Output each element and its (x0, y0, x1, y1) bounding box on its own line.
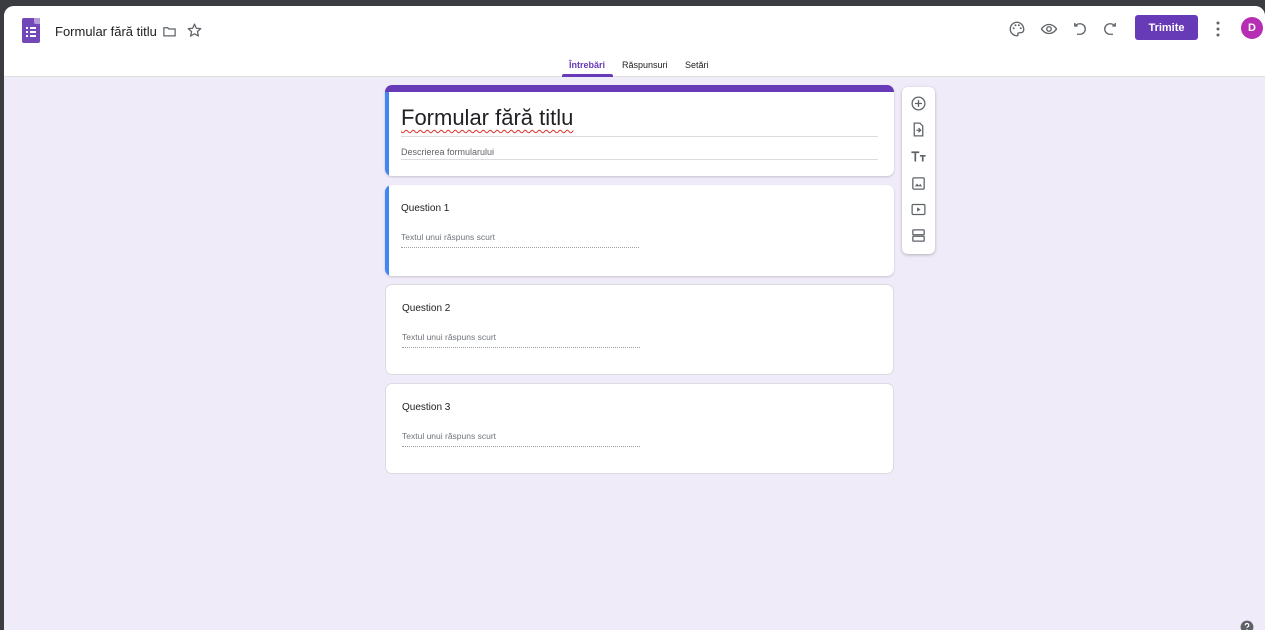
avatar[interactable]: D (1241, 17, 1263, 39)
redo-icon[interactable] (1101, 20, 1119, 38)
active-card-indicator (385, 185, 389, 276)
tab-responses[interactable]: Răspunsuri (622, 60, 668, 77)
preview-eye-icon[interactable] (1040, 20, 1058, 38)
document-title[interactable]: Formular fără titlu (55, 24, 157, 39)
question-card-3[interactable]: Question 3 Textul unui răspuns scurt (385, 383, 894, 474)
add-title-icon[interactable] (910, 148, 927, 165)
active-card-indicator (385, 92, 389, 176)
description-divider (401, 159, 878, 160)
short-answer-placeholder: Textul unui răspuns scurt (401, 232, 496, 242)
star-icon[interactable] (186, 22, 203, 39)
google-forms-logo-icon[interactable] (22, 18, 40, 43)
form-title-card[interactable]: Formular fără titlu Descrierea formularu… (385, 85, 894, 176)
send-button[interactable]: Trimite (1135, 15, 1198, 40)
forms-window: Formular fără titlu Trimite D Întrebări (4, 6, 1265, 630)
add-question-icon[interactable] (910, 95, 927, 112)
form-description-input[interactable]: Descrierea formularului (401, 147, 494, 157)
tab-settings[interactable]: Setări (685, 60, 709, 77)
undo-icon[interactable] (1071, 20, 1089, 38)
more-vert-icon[interactable] (1212, 20, 1224, 38)
floating-toolbar (902, 87, 935, 254)
tabs: Întrebări Răspunsuri Setări (4, 60, 1265, 77)
answer-underline (402, 347, 640, 348)
title-card-accent (385, 85, 894, 92)
active-tab-indicator (562, 74, 613, 77)
add-section-icon[interactable] (910, 227, 927, 244)
question-card-2[interactable]: Question 2 Textul unui răspuns scurt (385, 284, 894, 375)
palette-icon[interactable] (1008, 20, 1026, 38)
add-image-icon[interactable] (910, 175, 927, 192)
top-bar: Formular fără titlu Trimite D Întrebări (4, 6, 1265, 77)
question-card-1[interactable]: Question 1 Textul unui răspuns scurt (385, 185, 894, 276)
short-answer-placeholder: Textul unui răspuns scurt (402, 431, 497, 441)
form-title[interactable]: Formular fără titlu (401, 105, 573, 131)
answer-underline (401, 247, 639, 248)
question-title[interactable]: Question 2 (402, 303, 450, 314)
answer-underline (402, 446, 640, 447)
add-video-icon[interactable] (910, 201, 927, 218)
title-divider (401, 136, 878, 137)
question-title[interactable]: Question 3 (402, 402, 450, 413)
short-answer-placeholder: Textul unui răspuns scurt (402, 332, 497, 342)
folder-icon[interactable] (162, 24, 177, 39)
question-title[interactable]: Question 1 (401, 203, 449, 214)
help-icon[interactable] (1240, 620, 1254, 630)
import-questions-icon[interactable] (910, 121, 927, 138)
